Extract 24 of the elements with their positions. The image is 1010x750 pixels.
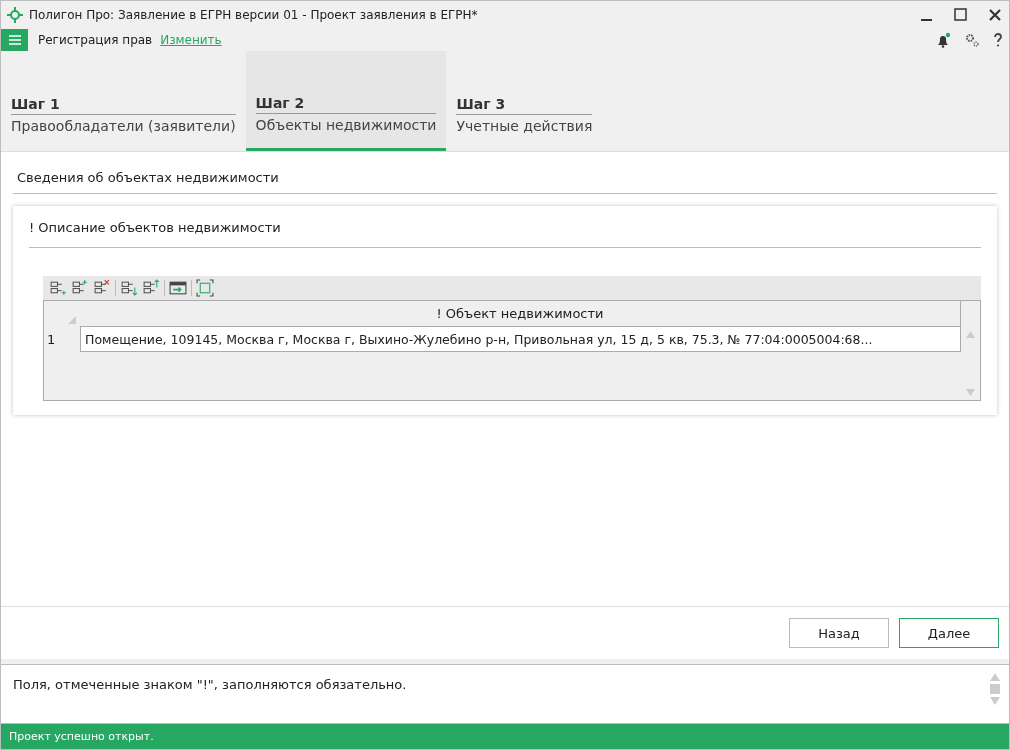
card-title: ! Описание объектов недвижимости (29, 220, 981, 248)
fit-icon[interactable] (196, 279, 214, 297)
step-tab[interactable]: Шаг 1 Правообладатели (заявители) (1, 51, 246, 151)
move-down-icon[interactable] (120, 279, 138, 297)
step-tab[interactable]: Шаг 2 Объекты недвижимости (245, 51, 447, 151)
corner-triangle-icon (68, 316, 76, 324)
status-text: Проект успешно открыт. (9, 730, 154, 743)
add-row-icon[interactable] (49, 279, 67, 297)
hint-text: Поля, отмеченные знаком "!", заполняются обязательно. (13, 677, 408, 694)
next-button[interactable]: Далее (899, 618, 999, 648)
settings-icon[interactable] (965, 33, 979, 47)
row-number: 1 (46, 330, 57, 349)
section-label: Регистрация прав (38, 33, 153, 47)
table-cell[interactable]: Помещение, 109145, Москва г, Москва г, Выхино-Жулебино р-н, Привольная ул, 15 д, 5 кв, 75.3, № 77:04:0005004:68... (80, 326, 961, 352)
back-button[interactable]: Назад (789, 618, 889, 648)
section-title: Сведения об объектах недвижимости (13, 166, 997, 194)
step-tab[interactable]: Шаг 3 Учетные действия (446, 51, 603, 151)
notification-bell-icon[interactable] (935, 32, 951, 48)
export-icon[interactable] (169, 279, 187, 297)
app-logo-icon (7, 7, 23, 23)
window-title: Полигон Про: Заявление в ЕГРН версии 01 - Проект заявления в ЕГРН* (29, 8, 479, 22)
menu-icon (8, 35, 21, 45)
help-icon[interactable] (993, 33, 1003, 47)
scroll-thumb[interactable] (990, 684, 1000, 694)
